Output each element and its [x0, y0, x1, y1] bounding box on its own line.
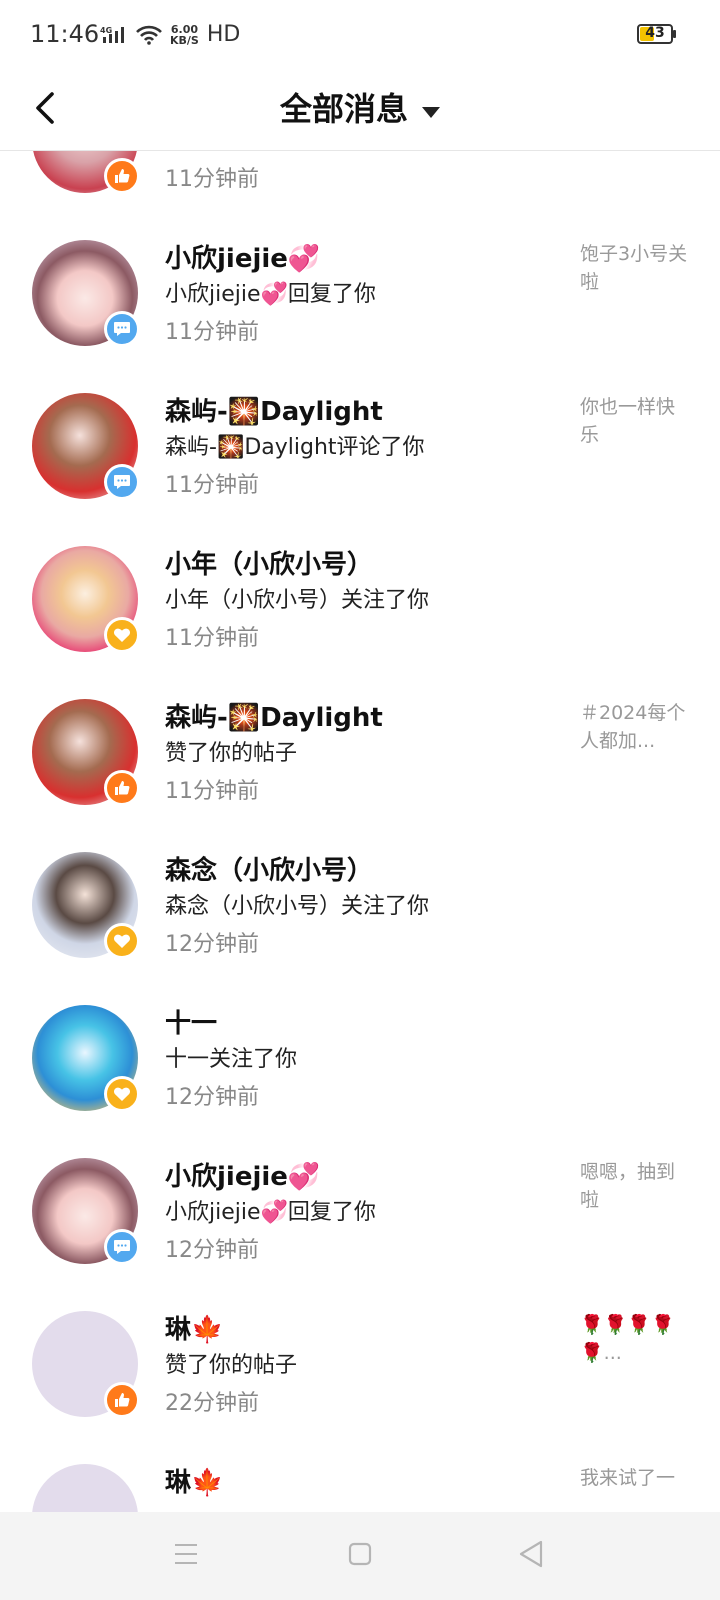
- message-action: 赞了你的帖子: [165, 741, 298, 766]
- header: 全部消息: [0, 72, 720, 151]
- sender-name[interactable]: 森屿-🎇Daylight: [165, 391, 383, 428]
- sender-name[interactable]: 小年（小欣小号）: [165, 544, 373, 581]
- sender-name[interactable]: 森屿-🎇Daylight: [165, 697, 383, 734]
- list-item[interactable]: 小年（小欣小号） 小年（小欣小号）关注了你 11分钟前: [0, 544, 720, 694]
- post-preview[interactable]: 你也一样快乐: [580, 393, 690, 449]
- list-item[interactable]: 小欣jiejie💞 小欣jiejie💞回复了你 11分钟前 饱子3小号关啦: [0, 238, 720, 388]
- hd-indicator: HD: [206, 22, 241, 47]
- status-time: 11:46: [30, 20, 100, 48]
- message-action: 赞了你的帖子: [165, 1353, 298, 1378]
- battery-icon: 43: [637, 24, 673, 44]
- sender-name[interactable]: 小欣jiejie💞: [165, 1156, 320, 1193]
- network-speed-unit: KB/S: [170, 33, 199, 47]
- message-action: 小欣jiejie💞回复了你: [165, 1200, 376, 1225]
- post-preview[interactable]: 嗯嗯，抽到啦: [580, 1158, 690, 1214]
- caret-down-icon[interactable]: [422, 107, 440, 118]
- message-time: 11分钟前: [165, 626, 259, 651]
- post-preview[interactable]: 🌹🌹🌹🌹🌹...: [580, 1311, 690, 1367]
- message-time: 12分钟前: [165, 1085, 259, 1110]
- message-time: 12分钟前: [165, 932, 259, 957]
- battery-level: 43: [645, 25, 665, 41]
- sender-name[interactable]: 森念（小欣小号）: [165, 850, 373, 887]
- list-item[interactable]: 森屿-🎇Daylight 森屿-🎇Daylight评论了你 11分钟前 你也一样…: [0, 391, 720, 541]
- network-speed: 6.00 KB/S: [170, 24, 199, 46]
- message-time: 11分钟前: [165, 320, 259, 345]
- list-item[interactable]: 小欣jiejie💞 小欣jiejie💞回复了你 12分钟前 嗯嗯，抽到啦: [0, 1156, 720, 1306]
- back-triangle-icon[interactable]: [518, 1540, 544, 1568]
- page-title[interactable]: 全部消息: [280, 90, 408, 128]
- message-list[interactable]: 11分钟前 小欣jiejie💞 小欣jiejie💞回复了你 11分钟前 饱子3小…: [0, 0, 720, 1512]
- heart-badge-icon: [104, 923, 140, 959]
- avatar[interactable]: [32, 1464, 138, 1512]
- comment-badge-icon: [104, 1229, 140, 1265]
- sender-name[interactable]: 小欣jiejie💞: [165, 238, 320, 275]
- status-bar: 11:46 4G 6.00 KB/S HD 43: [0, 0, 720, 72]
- message-time: 12分钟前: [165, 1238, 259, 1263]
- message-time: 11分钟前: [165, 473, 259, 498]
- message-action: 森念（小欣小号）关注了你: [165, 894, 430, 919]
- message-time: 11分钟前: [165, 167, 259, 192]
- title-dropdown[interactable]: 全部消息: [0, 84, 720, 130]
- sender-name[interactable]: 琳🍁: [165, 1462, 223, 1499]
- status-icons: 4G 6.00 KB/S HD: [100, 22, 240, 47]
- home-icon[interactable]: [348, 1542, 372, 1566]
- like-badge-icon: [104, 158, 140, 194]
- message-action: 森屿-🎇Daylight评论了你: [165, 435, 425, 460]
- menu-icon[interactable]: [175, 1542, 197, 1566]
- wifi-icon: [136, 25, 162, 45]
- system-nav-bar: [0, 1512, 720, 1600]
- message-action: 小欣jiejie💞回复了你: [165, 282, 376, 307]
- message-time: 22分钟前: [165, 1391, 259, 1416]
- list-item[interactable]: 森屿-🎇Daylight 赞了你的帖子 11分钟前 ＃2024每个人都加...: [0, 697, 720, 847]
- post-preview[interactable]: 我来试了一: [580, 1464, 690, 1492]
- post-preview[interactable]: 饱子3小号关啦: [580, 240, 690, 296]
- sender-name[interactable]: 十一: [165, 1003, 217, 1040]
- sender-name[interactable]: 琳🍁: [165, 1309, 223, 1346]
- battery-tip-icon: [673, 30, 676, 38]
- cellular-signal-icon: 4G: [100, 26, 124, 43]
- heart-badge-icon: [104, 1076, 140, 1112]
- comment-badge-icon: [104, 464, 140, 500]
- list-item[interactable]: 十一 十一关注了你 12分钟前: [0, 1003, 720, 1153]
- message-action: 十一关注了你: [165, 1047, 298, 1072]
- comment-badge-icon: [104, 311, 140, 347]
- post-preview[interactable]: ＃2024每个人都加...: [580, 699, 690, 755]
- message-time: 11分钟前: [165, 779, 259, 804]
- network-speed-value: 6.00: [170, 22, 198, 36]
- network-type: 4G: [100, 26, 112, 35]
- list-item[interactable]: 森念（小欣小号） 森念（小欣小号）关注了你 12分钟前: [0, 850, 720, 1000]
- like-badge-icon: [104, 770, 140, 806]
- list-item[interactable]: 琳🍁 我来试了一: [0, 1462, 720, 1512]
- list-item[interactable]: 琳🍁 赞了你的帖子 22分钟前 🌹🌹🌹🌹🌹...: [0, 1309, 720, 1459]
- like-badge-icon: [104, 1382, 140, 1418]
- heart-badge-icon: [104, 617, 140, 653]
- message-action: 小年（小欣小号）关注了你: [165, 588, 430, 613]
